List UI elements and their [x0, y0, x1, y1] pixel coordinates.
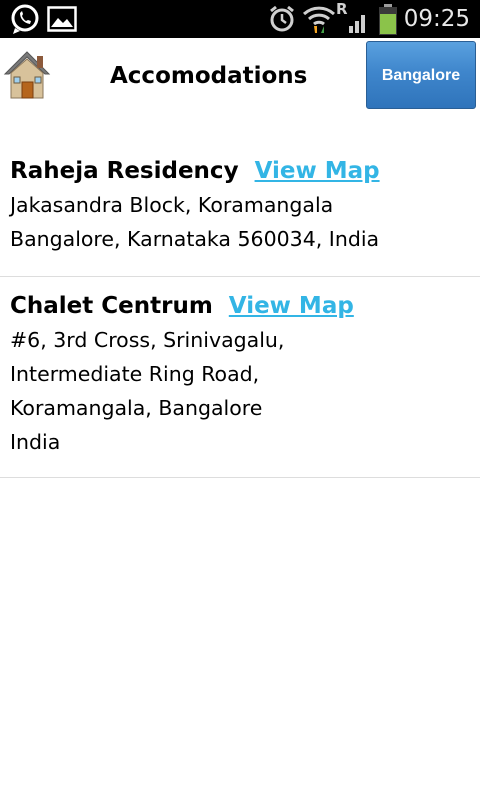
status-bar: R 09:25 [0, 0, 480, 38]
accommodation-name: Chalet Centrum [10, 293, 213, 319]
accommodation-name: Raheja Residency [10, 158, 239, 184]
alarm-icon [270, 5, 294, 32]
battery-icon [379, 4, 397, 35]
view-map-link[interactable]: View Map [255, 154, 380, 188]
signal-icon [349, 15, 365, 33]
list-item: Chalet Centrum View Map #6, 3rd Cross, S… [0, 277, 480, 478]
app-header: Accomodations Bangalore [0, 38, 480, 116]
page-title: Accomodations [110, 63, 308, 89]
list-item: Raheja Residency View Map Jakasandra Blo… [0, 142, 480, 277]
item-title-row: Raheja Residency View Map [10, 154, 470, 188]
wifi-icon [302, 6, 336, 33]
gallery-icon [47, 6, 77, 32]
item-title-row: Chalet Centrum View Map [10, 289, 470, 323]
address-line: Intermediate Ring Road, [10, 362, 260, 386]
accommodation-list: Raheja Residency View Map Jakasandra Blo… [0, 142, 480, 478]
address-line: India [10, 430, 61, 454]
whatsapp-icon [11, 4, 39, 34]
city-select-button[interactable]: Bangalore [366, 41, 476, 109]
roaming-icon: R [336, 0, 348, 18]
address-line: Bangalore, Karnataka 560034, India [10, 227, 380, 251]
house-icon[interactable] [2, 48, 52, 100]
view-map-link[interactable]: View Map [229, 289, 354, 323]
address-line: #6, 3rd Cross, Srinivagalu, [10, 328, 285, 352]
address-line: Koramangala, Bangalore [10, 396, 263, 420]
address-line: Jakasandra Block, Koramangala [10, 193, 334, 217]
status-time: 09:25 [403, 6, 470, 32]
